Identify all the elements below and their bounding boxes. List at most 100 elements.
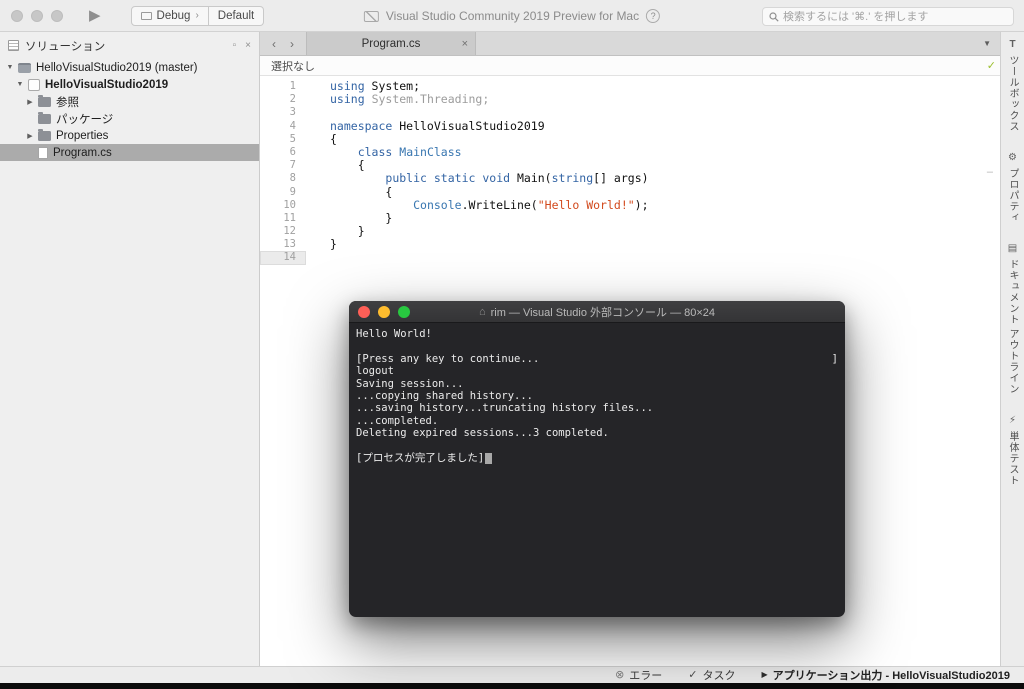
disclosure-down-icon[interactable]: ▼ — [4, 64, 16, 71]
tree-item-references[interactable]: ▶ 参照 — [0, 93, 259, 110]
device-config-label: Default — [217, 9, 255, 22]
tree-item-properties[interactable]: ▶ Properties — [0, 127, 259, 144]
code-token: using — [330, 92, 365, 107]
line-number: 11 — [283, 211, 296, 224]
code-token: using — [330, 79, 365, 93]
line-number: 4 — [289, 119, 296, 132]
chevron-right-icon: › — [195, 10, 199, 21]
disclosure-down-icon[interactable]: ▼ — [14, 81, 26, 88]
breadcrumb[interactable]: 選択なし — [260, 56, 1000, 76]
dock-pad-icon[interactable]: ▫ — [233, 40, 237, 51]
tab-program-cs[interactable]: Program.cs × — [306, 32, 476, 55]
tree-item-program-cs[interactable]: Program.cs — [0, 144, 259, 161]
tree-item-label: 参照 — [56, 96, 79, 109]
code-token: namespace — [330, 118, 393, 133]
code-token: { — [330, 131, 337, 146]
line-number: 5 — [289, 132, 296, 145]
tab-list-dropdown-icon[interactable]: ▼ — [974, 39, 1000, 48]
tree-item-solution[interactable]: ▼ HelloVisualStudio2019 (master) — [0, 59, 259, 76]
error-icon: ⊗ — [615, 668, 625, 681]
terminal-titlebar[interactable]: ⌂ rim — Visual Studio 外部コンソール — 80×24 — [349, 301, 845, 323]
device-config-dropdown[interactable]: Default — [208, 5, 265, 26]
status-label: エラー — [629, 670, 663, 682]
status-tasks[interactable]: ✓ タスク — [688, 667, 735, 683]
tree-item-project[interactable]: ▼ HelloVisualStudio2019 — [0, 76, 259, 93]
code-line: 2 using System.Threading; — [260, 93, 1000, 106]
minimize-window-button[interactable] — [31, 9, 43, 22]
code-token: HelloVisualStudio2019 — [392, 118, 545, 133]
code-token: { — [330, 158, 365, 173]
help-icon[interactable]: ? — [646, 9, 661, 23]
right-dock-bar: T ツールボックス ⚙ プロパティ ▤ ドキュメント アウトライン ⚡ 単体テスト — [1000, 32, 1024, 666]
code-token: void — [482, 171, 511, 186]
code-token: static — [433, 171, 476, 186]
code-token: Console — [413, 197, 462, 212]
app-status-icon — [363, 10, 379, 22]
status-errors[interactable]: ⊗ エラー — [615, 667, 662, 683]
project-icon — [28, 78, 40, 91]
terminal-minimize-button[interactable] — [378, 306, 390, 318]
folder-icon — [38, 111, 51, 124]
debug-config-dropdown[interactable]: Debug › — [130, 5, 209, 26]
run-button[interactable]: ▶ — [89, 8, 101, 23]
terminal-line-text: logout — [356, 365, 394, 378]
dock-tab-label: プロパティ — [1007, 168, 1018, 223]
disclosure-right-icon[interactable]: ▶ — [24, 98, 36, 106]
tab-close-icon[interactable]: × — [462, 38, 468, 50]
tree-item-label: パッケージ — [56, 113, 114, 126]
code-line: 14 — [260, 251, 1000, 265]
folder-icon — [38, 128, 51, 141]
code-token: string — [551, 171, 594, 186]
tree-item-label: Program.cs — [53, 146, 112, 159]
terminal-line-text: ...saving history...truncating history f… — [356, 402, 654, 415]
line-number: 3 — [289, 106, 296, 119]
code-text: using System.Threading; — [306, 93, 489, 106]
terminal-line: Saving session... — [356, 378, 838, 390]
code-lines: 1 using System; 2 using System.Threading; 3 4… — [260, 79, 1000, 265]
tree-item-packages[interactable]: パッケージ — [0, 110, 259, 127]
line-number: 8 — [289, 172, 296, 185]
terminal-line: [Press any key to continue...] — [356, 353, 838, 365]
properties-icon: ⚙ — [1008, 152, 1017, 163]
document-outline-icon: ▤ — [1007, 243, 1018, 254]
terminal-line: logout — [356, 365, 838, 377]
terminal-close-button[interactable] — [358, 306, 370, 318]
solution-pad-title: ソリューション — [25, 40, 106, 53]
code-token: } — [330, 224, 365, 239]
close-window-button[interactable] — [11, 9, 23, 22]
status-application-output[interactable]: ▶ アプリケーション出力 - HelloVisualStudio2019 — [762, 667, 1011, 683]
code-token: public — [385, 171, 427, 186]
dock-tab-properties[interactable]: ⚙ プロパティ — [1005, 152, 1020, 223]
vs-mac-window: ▶ Debug › Default Visual Studio Communit… — [0, 0, 1024, 689]
disclosure-right-icon[interactable]: ▶ — [24, 132, 36, 140]
code-line: 13} — [260, 238, 1000, 251]
code-token: { — [330, 184, 393, 199]
line-number: 13 — [283, 238, 296, 251]
terminal-title: ⌂ rim — Visual Studio 外部コンソール — 80×24 — [349, 301, 845, 323]
terminal-zoom-button[interactable] — [398, 306, 410, 318]
nav-forward-button[interactable]: › — [290, 37, 294, 51]
terminal-output[interactable]: Hello World! [Press any key to continue..… — [349, 323, 845, 469]
close-pad-icon[interactable]: × — [245, 40, 251, 51]
code-line: 12 } — [260, 224, 1000, 239]
dock-tab-toolbox[interactable]: T ツールボックス — [1005, 39, 1020, 132]
zoom-window-button[interactable] — [51, 9, 63, 22]
dock-tab-document-outline[interactable]: ▤ ドキュメント アウトライン — [1005, 243, 1020, 395]
toolbar: ▶ Debug › Default Visual Studio Communit… — [0, 0, 1024, 32]
search-box[interactable] — [762, 7, 1014, 26]
line-number: 9 — [289, 185, 296, 198]
unit-tests-icon: ⚡ — [1008, 414, 1017, 426]
dock-tab-unit-tests[interactable]: ⚡ 単体テスト — [1005, 415, 1020, 486]
nav-back-button[interactable]: ‹ — [272, 37, 276, 51]
terminal-line-text: ...copying shared history... — [356, 390, 534, 403]
search-input[interactable] — [783, 10, 1007, 23]
terminal-line: Deleting expired sessions...3 completed. — [356, 427, 838, 439]
window-title-group: Visual Studio Community 2019 Preview for… — [363, 0, 661, 32]
